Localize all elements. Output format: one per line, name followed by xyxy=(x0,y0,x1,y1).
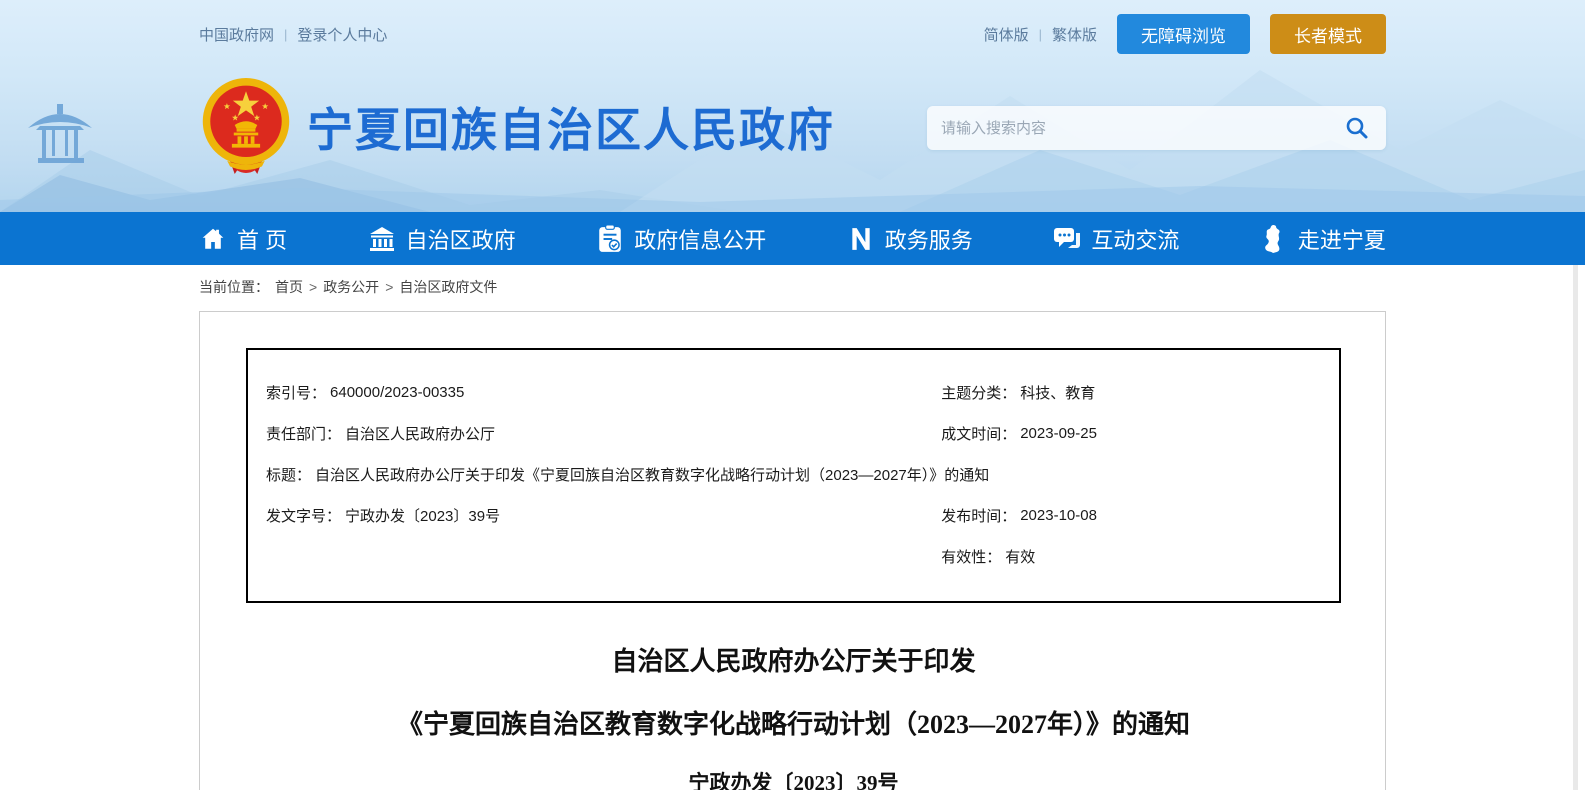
nav-item-visit-ningxia[interactable]: 走进宁夏 xyxy=(1260,223,1386,255)
info-row: 索引号： 640000/2023-00335 主题分类： 科技、教育 xyxy=(266,372,1321,413)
ningxia-map-icon xyxy=(1260,225,1288,253)
chat-bubble-icon xyxy=(1053,225,1081,253)
document-info-table: 索引号： 640000/2023-00335 主题分类： 科技、教育 责任部门：… xyxy=(246,348,1341,603)
separator: | xyxy=(284,27,287,42)
responsible-dept-value: 自治区人民政府办公厅 xyxy=(345,423,495,444)
gov-site-link[interactable]: 中国政府网 xyxy=(199,24,274,45)
topic-category-value: 科技、教育 xyxy=(1020,382,1095,403)
nav-item-services[interactable]: 政务服务 xyxy=(847,223,973,255)
nav-label: 政务服务 xyxy=(885,223,973,255)
responsible-dept-label: 责任部门： xyxy=(266,423,341,444)
pavilion-art xyxy=(28,104,92,163)
nav-label: 首 页 xyxy=(237,223,287,255)
index-number-value: 640000/2023-00335 xyxy=(330,384,464,401)
main-nav: 首 页 自治区政府 xyxy=(0,212,1585,265)
breadcrumb-separator: > xyxy=(385,279,393,295)
info-row: 标题： 自治区人民政府办公厅关于印发《宁夏回族自治区教育数字化战略行动计划（20… xyxy=(266,454,1321,495)
topic-category-label: 主题分类： xyxy=(941,382,1016,403)
written-date-value: 2023-09-25 xyxy=(1020,425,1097,442)
nav-item-home[interactable]: 首 页 xyxy=(199,223,287,255)
publish-date-label: 发布时间： xyxy=(941,505,1016,526)
login-link[interactable]: 登录个人中心 xyxy=(297,24,387,45)
breadcrumb-gov-disclosure[interactable]: 政务公开 xyxy=(323,277,379,297)
nav-label: 互动交流 xyxy=(1091,223,1179,255)
nav-label: 走进宁夏 xyxy=(1298,223,1386,255)
publish-date-value: 2023-10-08 xyxy=(1020,507,1097,524)
search-box xyxy=(927,106,1386,150)
info-disclosure-icon xyxy=(596,225,624,253)
index-number-label: 索引号： xyxy=(266,382,326,403)
doc-title-label: 标题： xyxy=(266,464,311,485)
search-button[interactable] xyxy=(1342,113,1372,143)
article-doc-number: 宁政办发〔2023〕39号 xyxy=(246,767,1341,790)
accessibility-button[interactable]: 无障碍浏览 xyxy=(1117,14,1250,54)
info-row: 有效性： 有效 xyxy=(266,536,1321,577)
validity-label: 有效性： xyxy=(941,546,1001,567)
article-title-line2: 《宁夏回族自治区教育数字化战略行动计划（2023—2027年）》的通知 xyxy=(246,704,1341,741)
doc-title-value: 自治区人民政府办公厅关于印发《宁夏回族自治区教育数字化战略行动计划（2023—2… xyxy=(315,464,989,485)
breadcrumb-gov-documents[interactable]: 自治区政府文件 xyxy=(399,277,497,297)
site-title: 宁夏回族自治区人民政府 xyxy=(307,94,835,160)
national-emblem-logo xyxy=(199,76,293,176)
doc-number-value: 宁政办发〔2023〕39号 xyxy=(345,505,500,526)
document-container: 索引号： 640000/2023-00335 主题分类： 科技、教育 责任部门：… xyxy=(199,311,1386,790)
search-icon xyxy=(1344,115,1370,141)
separator: | xyxy=(1039,27,1042,42)
search-input[interactable] xyxy=(941,120,1342,137)
utility-bar: 中国政府网 | 登录个人中心 简体版 | 繁体版 无障碍浏览 长者模式 xyxy=(199,14,1386,54)
info-row: 发文字号： 宁政办发〔2023〕39号 发布时间： 2023-10-08 xyxy=(266,495,1321,536)
elder-mode-button[interactable]: 长者模式 xyxy=(1270,14,1386,54)
breadcrumb-home[interactable]: 首页 xyxy=(275,277,303,297)
article-title-line1: 自治区人民政府办公厅关于印发 xyxy=(246,641,1341,678)
breadcrumb: 当前位置： 首页 > 政务公开 > 自治区政府文件 xyxy=(199,265,1386,309)
traditional-version-link[interactable]: 繁体版 xyxy=(1052,24,1097,45)
home-icon xyxy=(199,225,227,253)
written-date-label: 成文时间： xyxy=(941,423,1016,444)
article-header: 自治区人民政府办公厅关于印发 《宁夏回族自治区教育数字化战略行动计划（2023—… xyxy=(246,641,1341,790)
nav-item-info-disclosure[interactable]: 政府信息公开 xyxy=(596,223,766,255)
scrollbar[interactable] xyxy=(1573,265,1578,790)
brand-row: 宁夏回族自治区人民政府 xyxy=(199,72,1386,182)
nav-item-interaction[interactable]: 互动交流 xyxy=(1053,223,1179,255)
validity-value: 有效 xyxy=(1005,546,1035,567)
government-building-icon xyxy=(368,225,396,253)
nav-label: 政府信息公开 xyxy=(634,223,766,255)
breadcrumb-label: 当前位置： xyxy=(199,277,269,297)
doc-number-label: 发文字号： xyxy=(266,505,341,526)
info-row: 责任部门： 自治区人民政府办公厅 成文时间： 2023-09-25 xyxy=(266,413,1321,454)
site-header: 中国政府网 | 登录个人中心 简体版 | 繁体版 无障碍浏览 长者模式 xyxy=(0,0,1585,212)
simplified-version-link[interactable]: 简体版 xyxy=(984,24,1029,45)
breadcrumb-separator: > xyxy=(309,279,317,295)
nav-label: 自治区政府 xyxy=(406,223,516,255)
services-n-icon xyxy=(847,225,875,253)
nav-item-regional-government[interactable]: 自治区政府 xyxy=(368,223,516,255)
